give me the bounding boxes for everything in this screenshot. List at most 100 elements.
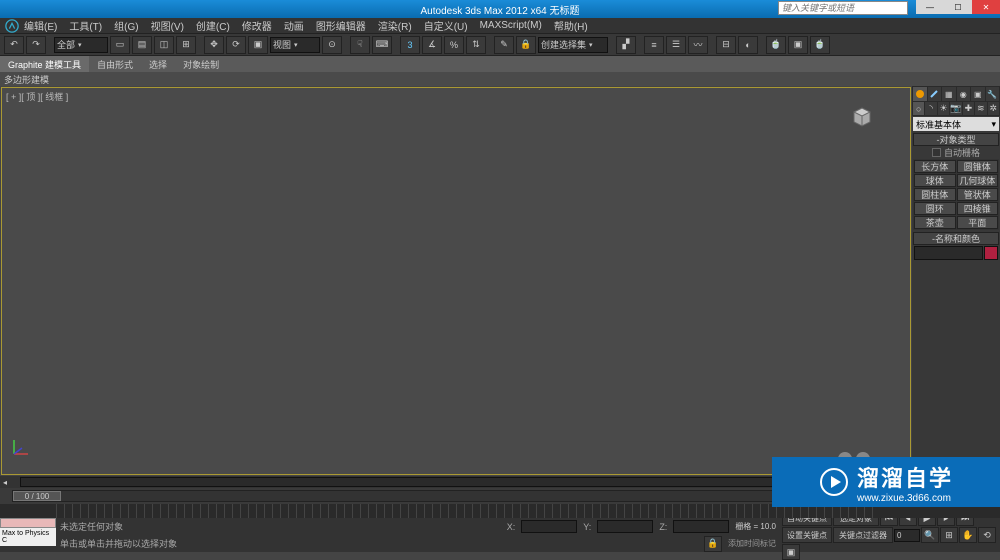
select-name-button[interactable]: ▤: [132, 36, 152, 54]
select-button[interactable]: ▭: [110, 36, 130, 54]
tab-display[interactable]: ▣: [971, 87, 985, 101]
snap-button[interactable]: 3: [400, 36, 420, 54]
pivot-button[interactable]: ⊙: [322, 36, 342, 54]
menu-animation[interactable]: 动画: [284, 18, 304, 33]
prim-cylinder[interactable]: 圆柱体: [914, 188, 956, 201]
menu-customize[interactable]: 自定义(U): [424, 18, 468, 33]
subtab-geometry[interactable]: ○: [913, 102, 924, 115]
move-button[interactable]: ✥: [204, 36, 224, 54]
time-slider-thumb[interactable]: 0 / 100: [13, 491, 61, 501]
ribbon-panel-polymodel[interactable]: 多边形建模: [4, 73, 49, 86]
prim-plane[interactable]: 平面: [957, 216, 999, 229]
rotate-button[interactable]: ⟳: [226, 36, 246, 54]
layers-button[interactable]: ☰: [666, 36, 686, 54]
menu-edit[interactable]: 编辑(E): [24, 18, 57, 33]
selection-filter-dropdown[interactable]: 全部: [54, 37, 108, 53]
rollout-header-namecolor[interactable]: - 名称和颜色: [913, 232, 999, 245]
render-frame-button[interactable]: ▣: [788, 36, 808, 54]
tab-modify[interactable]: [928, 87, 942, 101]
viewport-label[interactable]: [ + ][ 顶 ][ 线框 ]: [6, 90, 68, 103]
prim-teapot[interactable]: 茶壶: [914, 216, 956, 229]
coord-x-input[interactable]: [521, 520, 577, 533]
prim-tube[interactable]: 管状体: [957, 188, 999, 201]
prim-geosphere[interactable]: 几何球体: [957, 174, 999, 187]
prim-torus[interactable]: 圆环: [914, 202, 956, 215]
subtab-shapes[interactable]: ◝: [925, 102, 936, 115]
grid-readout: 栅格 = 10.0: [735, 521, 776, 532]
render-button[interactable]: 🍵: [810, 36, 830, 54]
menu-view[interactable]: 视图(V): [151, 18, 184, 33]
ribbon-tab-freeform[interactable]: 自由形式: [89, 56, 141, 72]
menu-modifiers[interactable]: 修改器: [242, 18, 272, 33]
scale-button[interactable]: ▣: [248, 36, 268, 54]
current-frame-input[interactable]: 0: [894, 529, 920, 542]
minimize-button[interactable]: —: [916, 0, 944, 14]
menu-maxscript[interactable]: MAXScript(M): [480, 20, 542, 31]
create-subtabs: ○ ◝ ☀ 📷 ✚ ≋ ✲: [912, 102, 1000, 116]
rollout-header-objtype[interactable]: - 对象类型: [913, 133, 999, 146]
redo-button[interactable]: ↷: [26, 36, 46, 54]
ribbon-tab-graphite[interactable]: Graphite 建模工具: [0, 56, 89, 72]
keymode-button[interactable]: ⌨: [372, 36, 392, 54]
spinner-snap-button[interactable]: ⇅: [466, 36, 486, 54]
tab-create[interactable]: [913, 87, 927, 101]
schematic-button[interactable]: ⊟: [716, 36, 736, 54]
app-logo[interactable]: [2, 18, 22, 34]
menu-tools[interactable]: 工具(T): [69, 18, 102, 33]
subtab-helpers[interactable]: ✚: [963, 102, 974, 115]
prim-pyramid[interactable]: 四棱锥: [957, 202, 999, 215]
trackview-mini[interactable]: [0, 518, 56, 528]
render-setup-button[interactable]: 🍵: [766, 36, 786, 54]
coord-y-input[interactable]: [597, 520, 653, 533]
mirror-button[interactable]: ▞: [616, 36, 636, 54]
main-toolbar: ↶ ↷ 全部 ▭ ▤ ◫ ⊞ ✥ ⟳ ▣ 视图 ⊙ ☟ ⌨ 3 ∡ % ⇅ ✎ …: [0, 34, 1000, 56]
tab-utilities[interactable]: 🔧: [986, 87, 1000, 101]
menu-rendering[interactable]: 渲染(R): [378, 18, 412, 33]
menu-create[interactable]: 创建(C): [196, 18, 230, 33]
menu-help[interactable]: 帮助(H): [554, 18, 588, 33]
subtab-lights[interactable]: ☀: [938, 102, 949, 115]
align-button[interactable]: ≡: [644, 36, 664, 54]
window-crossing-button[interactable]: ⊞: [176, 36, 196, 54]
material-editor-button[interactable]: ◐: [738, 36, 758, 54]
autogrid-checkbox[interactable]: 自动栅格: [913, 146, 999, 159]
maxview-button[interactable]: ▣: [782, 544, 800, 560]
prim-cone[interactable]: 圆锥体: [957, 160, 999, 173]
subtab-cameras[interactable]: 📷: [950, 102, 961, 115]
help-search-input[interactable]: [778, 1, 908, 15]
ribbon-tab-paint[interactable]: 对象绘制: [175, 56, 227, 72]
named-selection-dropdown[interactable]: 创建选择集: [538, 37, 608, 53]
undo-button[interactable]: ↶: [4, 36, 24, 54]
maxscript-mini-listener[interactable]: Max to Physics C: [0, 528, 56, 546]
ribbon-tab-selection[interactable]: 选择: [141, 56, 175, 72]
viewport[interactable]: [ + ][ 顶 ][ 线框 ]: [1, 87, 911, 475]
tab-hierarchy[interactable]: ▦: [942, 87, 956, 101]
prim-box[interactable]: 长方体: [914, 160, 956, 173]
angle-snap-button[interactable]: ∡: [422, 36, 442, 54]
viewcube[interactable]: [848, 104, 876, 128]
subtab-spacewarps[interactable]: ≋: [975, 102, 986, 115]
select-region-button[interactable]: ◫: [154, 36, 174, 54]
curve-editor-button[interactable]: 〰: [688, 36, 708, 54]
menu-grapheditors[interactable]: 图形编辑器: [316, 18, 366, 33]
prim-sphere[interactable]: 球体: [914, 174, 956, 187]
percent-snap-button[interactable]: %: [444, 36, 464, 54]
tab-motion[interactable]: ◉: [957, 87, 971, 101]
close-button[interactable]: ✕: [972, 0, 1000, 14]
scroll-left-arrow[interactable]: ◂: [0, 478, 10, 487]
menu-group[interactable]: 组(G): [114, 18, 138, 33]
refcoord-dropdown[interactable]: 视图: [270, 37, 320, 53]
object-name-input[interactable]: [914, 246, 983, 260]
subtab-systems[interactable]: ✲: [988, 102, 999, 115]
lock-selection-button[interactable]: 🔒: [704, 536, 722, 552]
coord-z-input[interactable]: [673, 520, 729, 533]
namedsel-edit-button[interactable]: ✎: [494, 36, 514, 54]
maximize-button[interactable]: ☐: [944, 0, 972, 14]
object-color-swatch[interactable]: [984, 246, 998, 260]
manipulate-button[interactable]: ☟: [350, 36, 370, 54]
namedsel-lock-button[interactable]: 🔒: [516, 36, 536, 54]
geometry-type-dropdown[interactable]: 标准基本体▾: [913, 117, 999, 131]
add-time-tag[interactable]: 添加时间标记: [728, 538, 776, 549]
axis-tripod-icon: [10, 434, 34, 458]
status-selection-text: 未选定任何对象: [60, 520, 123, 533]
